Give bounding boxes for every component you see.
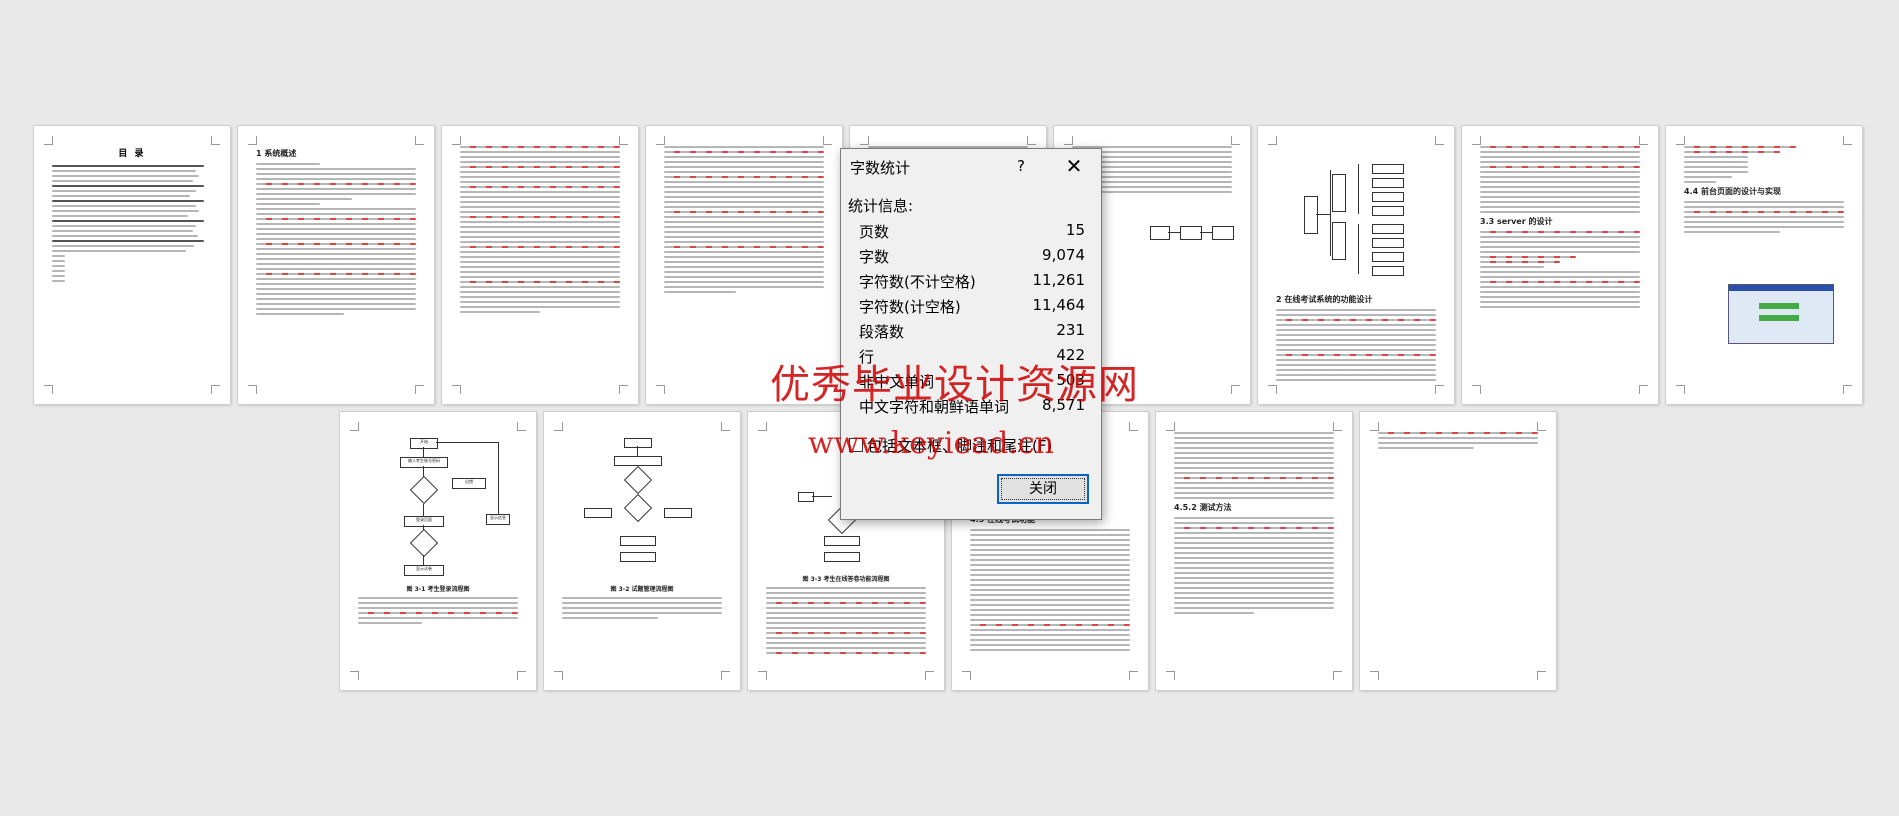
page-heading: 4.4 前台页面的设计与实现 (1684, 187, 1781, 196)
page-heading: 1 系统概述 (256, 149, 297, 158)
browser-screenshot-image (1728, 284, 1834, 344)
flow-exam: 显示试卷 (404, 565, 444, 576)
document-page[interactable]: 图 3-2 试题管理流程图 (544, 412, 740, 690)
stat-label: 字数 (859, 248, 890, 266)
checkbox-box[interactable] (849, 438, 863, 452)
page-heading: 3.3 server 的设计 (1480, 217, 1553, 226)
stat-value: 503 (1056, 371, 1085, 389)
stat-label: 中文字符和朝鲜语单词 (859, 398, 1010, 416)
dialog-title: 字数统计 (850, 159, 911, 177)
stat-value: 11,464 (1032, 296, 1086, 314)
stat-label: 行 (859, 348, 875, 366)
page-heading: 2 在线考试系统的功能设计 (1276, 295, 1373, 304)
stat-row: 页数 15 (859, 221, 1089, 246)
close-icon[interactable]: ✕ (1056, 153, 1092, 179)
flow-start: 开始 (410, 438, 438, 449)
flow-login: 登录页面 (404, 516, 444, 527)
stat-row: 段落数 231 (859, 321, 1089, 346)
stat-value: 422 (1056, 346, 1085, 364)
flow-err: 出错 (452, 478, 486, 489)
stat-row: 中文字符和朝鲜语单词 8,571 (859, 396, 1089, 421)
stat-row: 字数 9,074 (859, 246, 1089, 271)
stat-label: 字符数(不计空格) (859, 273, 976, 291)
page-heading: 4.5.2 测试方法 (1174, 503, 1232, 512)
checkbox-label: 包括文本框、脚注和尾注(F) (867, 437, 1053, 455)
stat-value: 15 (1065, 221, 1085, 239)
help-icon[interactable]: ? (1006, 153, 1036, 179)
page-heading: 目 录 (118, 149, 146, 159)
stat-value: 231 (1056, 321, 1085, 339)
page-heading: 图 3-2 试题管理流程图 (610, 586, 674, 593)
document-page[interactable]: 3.3 server 的设计 (1462, 126, 1658, 404)
document-page[interactable]: 开始 输入考生账号密码 登录页面 显示试卷 出错 显示信息 图 3-1 考生登录… (340, 412, 536, 690)
stat-row: 行 422 (859, 346, 1089, 371)
flow-input: 输入考生账号密码 (400, 457, 448, 468)
page-heading: 图 3-1 考生登录流程图 (406, 586, 470, 593)
document-page[interactable] (646, 126, 842, 404)
include-textboxes-checkbox[interactable]: 包括文本框、脚注和尾注(F) (849, 435, 1052, 456)
stat-row: 字符数(计空格) 11,464 (859, 296, 1089, 321)
statistics-heading: 统计信息: (848, 197, 914, 215)
close-button[interactable]: 关闭 (997, 474, 1089, 504)
word-count-dialog: 字数统计 ? ✕ 统计信息: 页数 15 字数 9,074 字符数(不计空格) 11,… (840, 148, 1102, 520)
stat-label: 字符数(计空格) (859, 298, 961, 316)
statistics-list: 页数 15 字数 9,074 字符数(不计空格) 11,261 字符数(计空格) 11,… (859, 221, 1089, 421)
document-page[interactable]: 1 系统概述 (238, 126, 434, 404)
stat-value: 9,074 (1042, 246, 1085, 264)
flow-page: 显示信息 (486, 514, 510, 525)
stat-row: 字符数(不计空格) 11,261 (859, 271, 1089, 296)
document-page[interactable]: 4.4 前台页面的设计与实现 (1666, 126, 1862, 404)
document-page[interactable]: 4.5.2 测试方法 (1156, 412, 1352, 690)
document-page[interactable] (442, 126, 638, 404)
stat-label: 段落数 (859, 323, 905, 341)
stat-value: 11,261 (1032, 271, 1086, 289)
document-page[interactable]: 2 在线考试系统的功能设计 (1258, 126, 1454, 404)
stat-value: 8,571 (1042, 396, 1085, 414)
stat-label: 非中文单词 (859, 373, 935, 391)
document-page[interactable] (1360, 412, 1556, 690)
page-heading: 图 3-3 考生在线答卷功能流程图 (802, 576, 890, 583)
document-page[interactable]: 目 录 (34, 126, 230, 404)
stat-label: 页数 (859, 223, 890, 241)
stat-row: 非中文单词 503 (859, 371, 1089, 396)
